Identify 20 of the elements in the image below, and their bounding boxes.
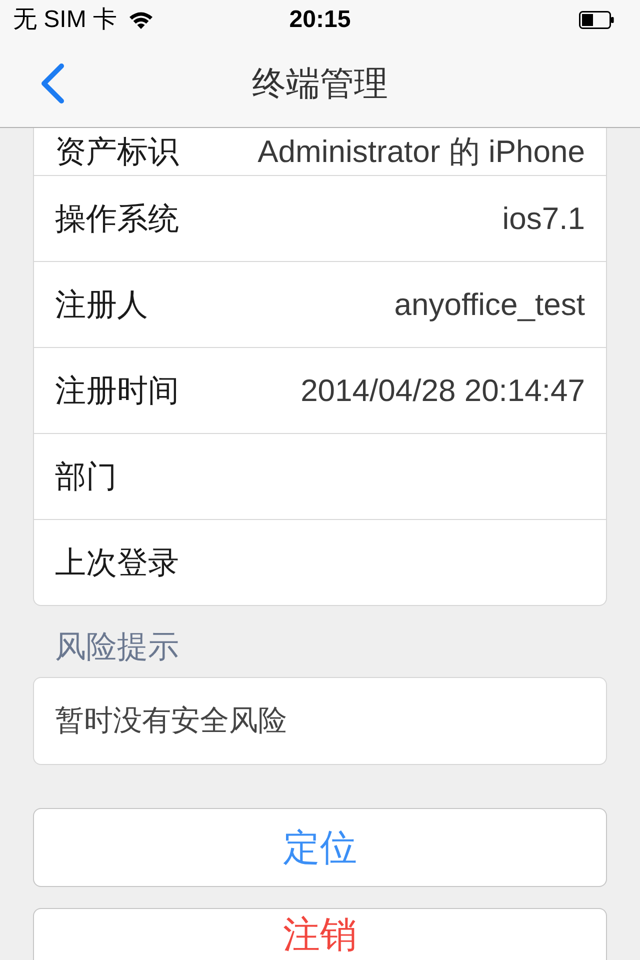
page-title: 终端管理 (252, 64, 388, 104)
wifi-icon (129, 11, 154, 29)
back-chevron-icon (40, 63, 65, 104)
field-label: 部门 (55, 458, 117, 496)
field-label: 操作系统 (55, 200, 179, 238)
field-label: 上次登录 (55, 544, 179, 582)
field-value: anyoffice_test (394, 286, 585, 324)
section-header: 风险提示 (55, 629, 180, 665)
field-label: 资产标识 (55, 132, 179, 170)
action-button[interactable]: 注销 (33, 908, 607, 960)
status-time: 20:15 (289, 6, 351, 34)
field-value: Administrator 的 iPhone (258, 132, 585, 170)
risk-message: 暂时没有安全风险 (55, 704, 287, 739)
action-button[interactable]: 定位 (33, 808, 607, 887)
carrier-label: 无 SIM 卡 (13, 6, 118, 34)
battery-icon (579, 11, 614, 29)
field-label: 注册人 (55, 286, 148, 324)
field-value: 2014/04/28 20:14:47 (300, 372, 585, 410)
field-value: ios7.1 (502, 200, 585, 238)
field-label: 注册时间 (55, 372, 179, 410)
